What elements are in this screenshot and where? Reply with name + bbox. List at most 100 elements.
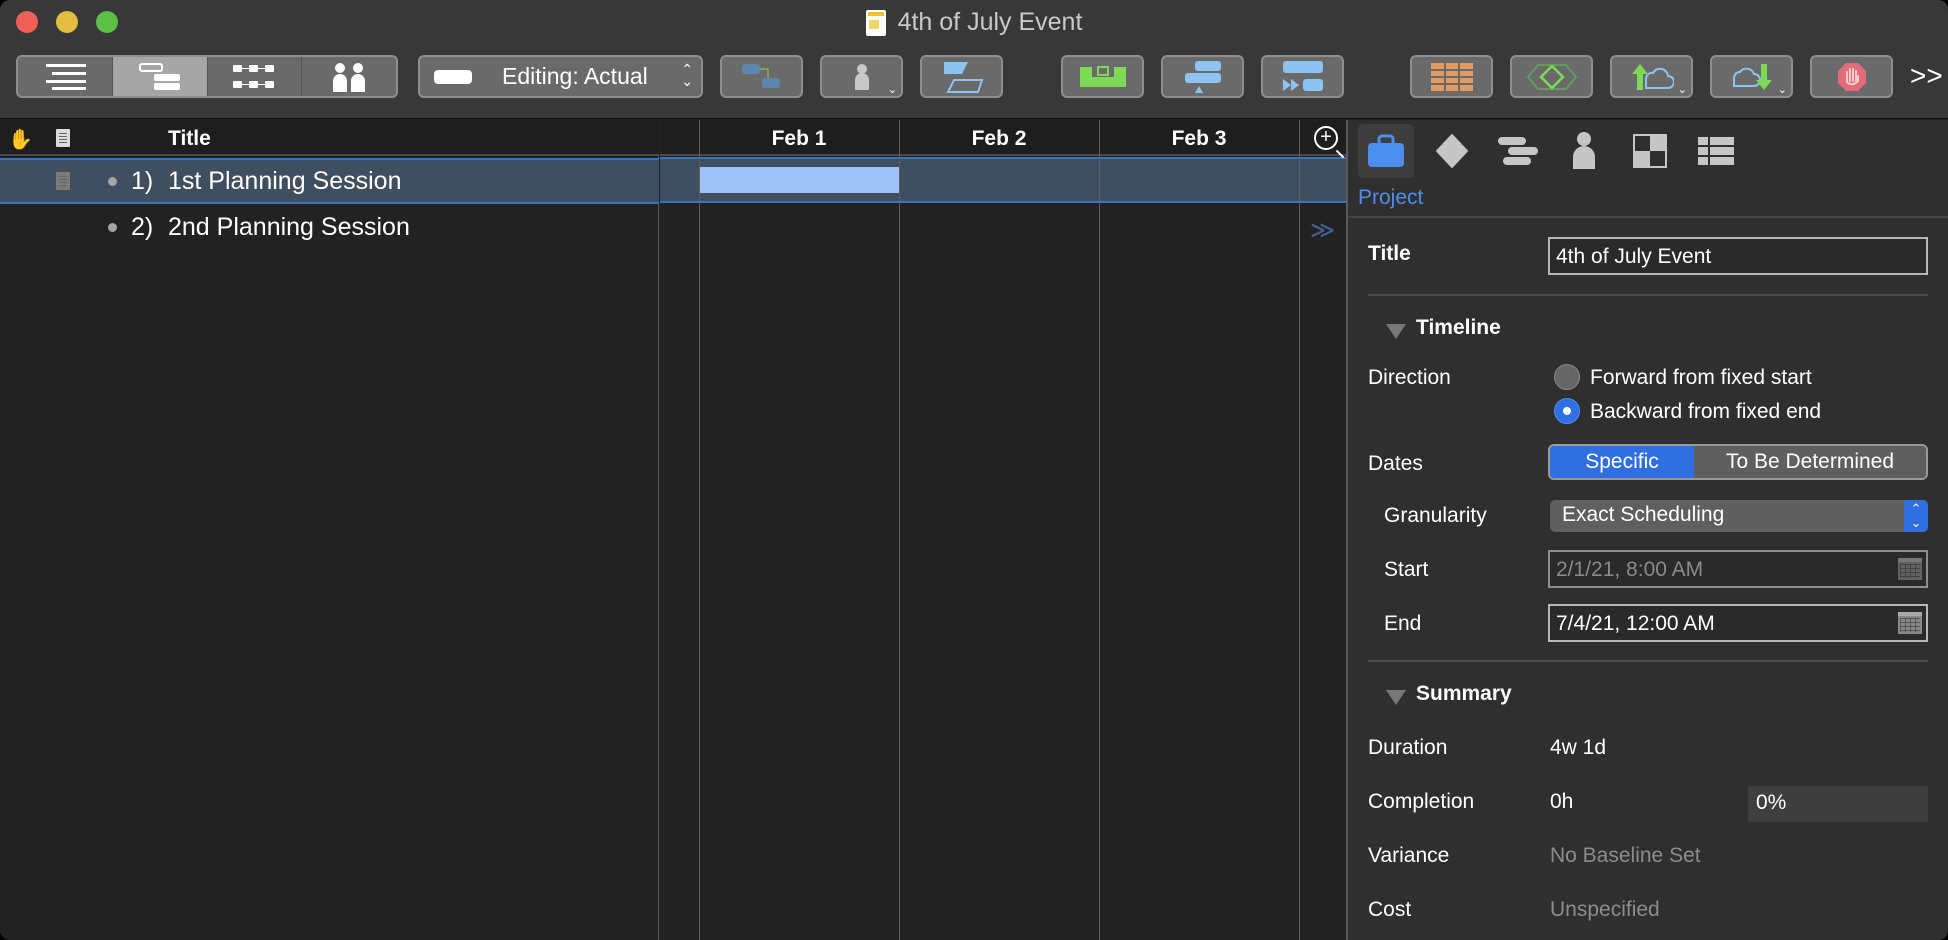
start-label: Start xyxy=(1384,558,1429,581)
editing-mode-popup[interactable]: Editing: Actual ⌃ ⌄ xyxy=(418,55,703,98)
dates-label: Dates xyxy=(1368,452,1423,475)
network-icon xyxy=(233,64,275,88)
critical-path-button[interactable] xyxy=(1161,55,1244,98)
dates-specific-button[interactable]: Specific xyxy=(1550,446,1694,478)
backward-radio[interactable] xyxy=(1554,398,1580,424)
stop-hand-icon xyxy=(1837,62,1866,91)
outline-header: ✋ Title xyxy=(0,120,659,156)
gantt-gridline xyxy=(1099,120,1100,940)
updown-chevrons-icon: ⌃ ⌄ xyxy=(1904,500,1928,532)
dropdown-caret-icon: ⌄ xyxy=(887,84,897,96)
table-icon xyxy=(1430,62,1473,91)
network-view-button[interactable] xyxy=(208,57,303,96)
resource-view-button[interactable] xyxy=(302,57,396,96)
view-mode-control xyxy=(16,55,398,98)
level-resources-button[interactable] xyxy=(1061,55,1144,98)
outline-row[interactable]: 1) 1st Planning Session xyxy=(0,158,659,204)
outline-row[interactable]: 2) 2nd Planning Session xyxy=(0,204,659,250)
start-date-input[interactable]: 2/1/21, 8:00 AM xyxy=(1548,550,1928,588)
completion-label: Completion xyxy=(1368,790,1475,813)
variance-label: Variance xyxy=(1368,844,1450,867)
dates-segmented-control: Specific To Be Determined xyxy=(1548,444,1928,480)
app-window: 4th of July Event Editing: Actual ⌃ ⌄ ⌄ … xyxy=(0,0,1948,940)
active-tab-label: Project xyxy=(1358,186,1424,209)
calendar-icon[interactable] xyxy=(1898,612,1922,634)
calendar-icon[interactable] xyxy=(1898,558,1922,580)
cloud-download-icon xyxy=(1732,63,1772,90)
disclosure-triangle-icon[interactable] xyxy=(1386,324,1406,339)
title-column-header[interactable]: Title xyxy=(168,127,211,151)
import-button[interactable]: ⌄ xyxy=(1710,55,1793,98)
split-task-button[interactable] xyxy=(920,55,1003,98)
person-icon xyxy=(1573,132,1595,169)
more-tasks-indicator-icon[interactable]: ≫ xyxy=(1310,216,1335,245)
forward-radio-label[interactable]: Forward from fixed start xyxy=(1590,366,1812,390)
end-label: End xyxy=(1384,612,1422,635)
person-icon xyxy=(854,63,869,90)
task-view-button[interactable] xyxy=(18,57,113,96)
title-label: Title xyxy=(1368,242,1411,265)
task-bars-icon xyxy=(1498,137,1538,165)
omniplan-document-icon xyxy=(865,9,886,36)
critical-path-icon xyxy=(1184,60,1221,93)
tab-project[interactable] xyxy=(1358,124,1414,178)
note-icon[interactable] xyxy=(56,172,70,190)
backward-radio-label[interactable]: Backward from fixed end xyxy=(1590,400,1821,424)
disclosure-triangle-icon[interactable] xyxy=(1386,690,1406,705)
row-title[interactable]: 1st Planning Session xyxy=(168,167,401,196)
row-title[interactable]: 2nd Planning Session xyxy=(168,213,410,242)
divider xyxy=(1368,294,1928,296)
zoom-in-icon[interactable]: + xyxy=(1314,126,1338,150)
tab-style[interactable] xyxy=(1622,124,1678,178)
timeline-heading[interactable]: Timeline xyxy=(1416,316,1501,340)
briefcase-icon xyxy=(1368,134,1404,167)
date-column-header: Feb 1 xyxy=(771,127,827,150)
violations-button[interactable] xyxy=(1810,55,1893,98)
milestone-view-button[interactable] xyxy=(1510,55,1593,98)
inspector-tabs xyxy=(1348,120,1948,180)
summary-heading[interactable]: Summary xyxy=(1416,682,1512,706)
note-column-icon[interactable] xyxy=(56,129,70,147)
end-date-input[interactable]: 7/4/21, 12:00 AM xyxy=(1548,604,1928,642)
actual-mode-icon xyxy=(434,69,472,84)
gantt-gridline xyxy=(899,120,900,940)
row-number: 2) xyxy=(131,212,154,241)
direction-label: Direction xyxy=(1368,366,1451,389)
connect-icon xyxy=(741,63,780,88)
tab-table[interactable] xyxy=(1688,124,1744,178)
catch-up-button[interactable] xyxy=(1261,55,1344,98)
level-icon xyxy=(1079,65,1126,87)
project-title-input[interactable]: 4th of July Event xyxy=(1548,237,1928,275)
dates-tbd-button[interactable]: To Be Determined xyxy=(1694,446,1926,478)
start-date-value: 2/1/21, 8:00 AM xyxy=(1556,558,1704,581)
completion-percent-field[interactable]: 0% xyxy=(1748,786,1928,822)
duration-label: Duration xyxy=(1368,736,1448,759)
duration-value: 4w 1d xyxy=(1550,736,1607,759)
divider xyxy=(1348,216,1948,218)
outline-pane: ✋ Title 1) 1st Planning Session 2) 2nd P… xyxy=(0,120,659,940)
tab-task[interactable] xyxy=(1490,124,1546,178)
window-title-text: 4th of July Event xyxy=(897,8,1083,36)
end-date-value: 7/4/21, 12:00 AM xyxy=(1556,612,1715,635)
tab-milestone[interactable] xyxy=(1424,124,1480,178)
split-icon xyxy=(943,61,983,93)
completion-hours: 0h xyxy=(1550,790,1574,813)
gantt-view-button[interactable] xyxy=(112,57,208,96)
gantt-pane: Feb 1 Feb 2 Feb 3 + ≫ xyxy=(660,120,1346,940)
forward-radio[interactable] xyxy=(1554,364,1580,390)
hand-icon[interactable]: ✋ xyxy=(8,127,33,152)
toolbar-overflow-button[interactable]: >> xyxy=(1910,60,1943,92)
assign-resource-button[interactable]: ⌄ xyxy=(820,55,903,98)
variance-value: No Baseline Set xyxy=(1550,844,1701,867)
task-bar[interactable] xyxy=(700,167,899,193)
table-view-button[interactable] xyxy=(1410,55,1493,98)
granularity-popup[interactable]: Exact Scheduling ⌃ ⌄ xyxy=(1550,500,1928,532)
tab-resource[interactable] xyxy=(1556,124,1612,178)
window-title: 4th of July Event xyxy=(0,8,1948,37)
cloud-upload-icon xyxy=(1631,63,1674,90)
gantt-icon xyxy=(138,62,180,90)
outline-icon xyxy=(45,63,86,90)
diamond-icon xyxy=(1436,134,1468,168)
connect-tasks-button[interactable] xyxy=(720,55,803,98)
publish-button[interactable]: ⌄ xyxy=(1610,55,1693,98)
